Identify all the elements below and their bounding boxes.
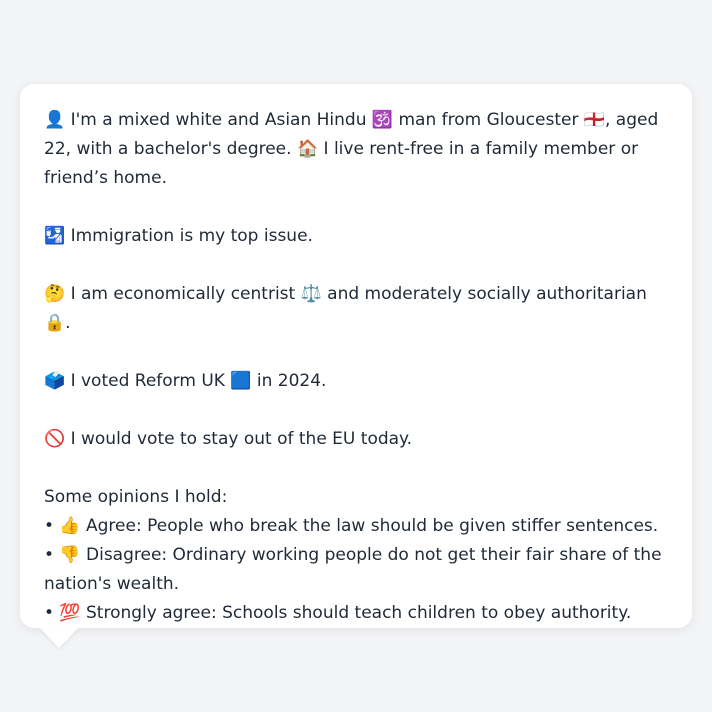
- top-issue-text: 🛂 Immigration is my top issue.: [44, 226, 313, 246]
- vote-2024-text: 🗳️ I voted Reform UK 🟦 in 2024.: [44, 371, 327, 391]
- opinion-item: • 💯 Strongly agree: Schools should teach…: [44, 603, 632, 623]
- intro-text: 👤 I'm a mixed white and Asian Hindu 🕉️ m…: [44, 110, 659, 188]
- eu-vote-text: 🚫 I would vote to stay out of the EU tod…: [44, 429, 413, 449]
- bubble-tail: [39, 627, 79, 648]
- message-bubble: 👤 I'm a mixed white and Asian Hindu 🕉️ m…: [20, 84, 692, 628]
- political-position-text: 🤔 I am economically centrist ⚖️ and mode…: [44, 284, 647, 333]
- opinion-item: • 👍 Agree: People who break the law shou…: [44, 516, 659, 536]
- opinions-heading: Some opinions I hold:: [44, 487, 228, 507]
- opinion-item: • 👎 Disagree: Ordinary working people do…: [44, 545, 662, 594]
